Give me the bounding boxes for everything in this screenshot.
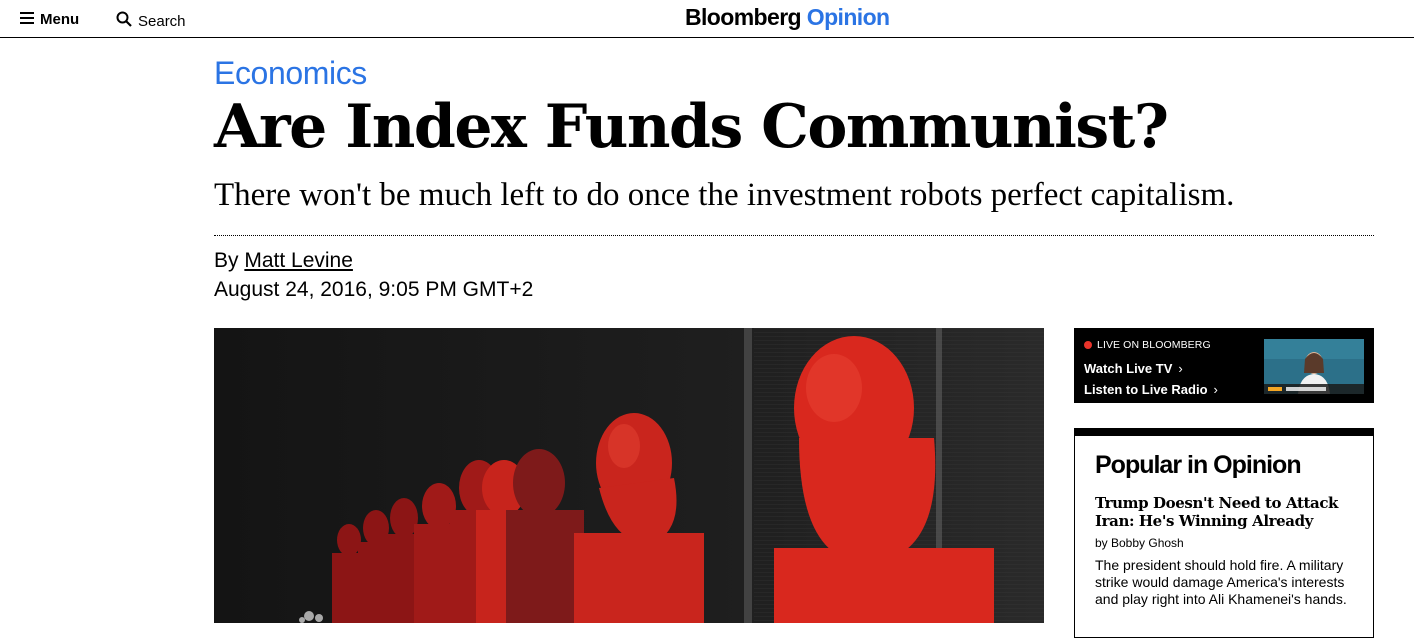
author-link[interactable]: Matt Levine <box>244 249 353 272</box>
hero-image <box>214 328 1044 623</box>
site-logo[interactable]: Bloomberg Opinion <box>685 4 890 31</box>
menu-label: Menu <box>40 11 80 28</box>
search-icon <box>116 11 132 31</box>
live-tag-text: LIVE ON BLOOMBERG <box>1097 339 1211 351</box>
watch-live-tv-link[interactable]: Watch Live TV › <box>1084 361 1183 376</box>
chevron-right-icon: › <box>1178 361 1183 376</box>
live-tag: LIVE ON BLOOMBERG <box>1084 339 1211 351</box>
category-link[interactable]: Economics <box>214 55 367 92</box>
menu-button[interactable]: Menu <box>20 11 79 28</box>
divider <box>214 235 1374 236</box>
search-label: Search <box>138 12 186 30</box>
listen-live-radio-link[interactable]: Listen to Live Radio › <box>1084 382 1218 397</box>
popular-item-summary: The president should hold fire. A milita… <box>1095 557 1347 607</box>
article-headline: Are Index Funds Communist? <box>214 92 1169 162</box>
listen-live-radio-label: Listen to Live Radio <box>1084 382 1208 397</box>
logo-main: Bloomberg <box>685 4 802 30</box>
popular-item-headline[interactable]: Trump Doesn't Need to Attack Iran: He's … <box>1095 494 1355 530</box>
popular-in-opinion: Popular in Opinion Trump Doesn't Need to… <box>1074 428 1374 638</box>
site-header: Menu Search Bloomberg Opinion <box>0 0 1414 38</box>
live-dot-icon <box>1084 341 1092 349</box>
chevron-right-icon: › <box>1213 382 1218 397</box>
publish-date: August 24, 2016, 9:05 PM GMT+2 <box>214 278 534 301</box>
hamburger-menu-icon <box>20 11 34 28</box>
search-button[interactable]: Search <box>116 11 186 31</box>
logo-accent: Opinion <box>806 4 890 30</box>
byline-prefix: By <box>214 249 239 272</box>
popular-title: Popular in Opinion <box>1095 451 1302 479</box>
live-tv-thumbnail[interactable] <box>1264 339 1364 394</box>
live-widget: LIVE ON BLOOMBERG Watch Live TV › Listen … <box>1074 328 1374 403</box>
watch-live-tv-label: Watch Live TV <box>1084 361 1173 376</box>
popular-item-byline: by Bobby Ghosh <box>1095 536 1184 550</box>
byline: By Matt Levine <box>214 247 353 275</box>
article-dek: There won't be much left to do once the … <box>214 177 1235 213</box>
